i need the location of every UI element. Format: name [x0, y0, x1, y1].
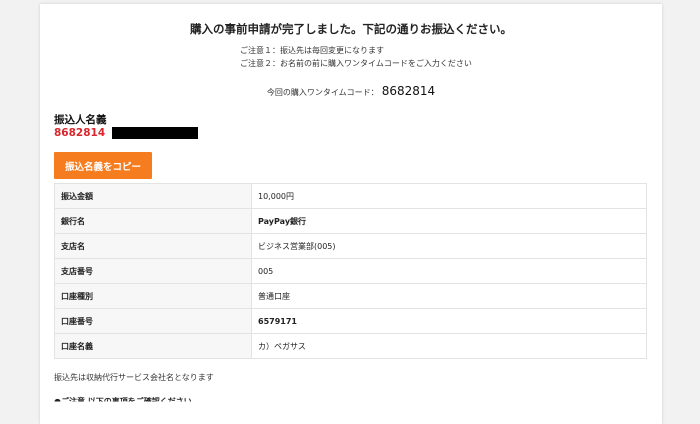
table-row: 支店名 ビジネス営業部(005) — [54, 233, 647, 259]
row-label-account-holder: 口座名義 — [54, 333, 252, 359]
row-label-branch: 支店名 — [54, 233, 252, 259]
payer-code: 8682814 — [54, 126, 106, 139]
table-row: 銀行名 PayPay銀行 — [54, 208, 647, 234]
row-value-account-number: 6579171 — [251, 308, 647, 334]
table-row: 支店番号 005 — [54, 258, 647, 284]
payer-name-row: 8682814 — [54, 126, 199, 139]
cut-off-caution: ●ご注意 以下の事項をご確認ください — [54, 397, 192, 406]
row-label-account-type: 口座種別 — [54, 283, 252, 309]
row-label-amount: 振込金額 — [54, 183, 252, 209]
row-value-account-type: 普通口座 — [251, 283, 647, 309]
notice-list: ご注意１：振込先は毎回変更になります ご注意２：お名前の前に購入ワンタイムコード… — [240, 44, 472, 70]
copy-payer-name-button[interactable]: 振込名義をコピー — [54, 152, 152, 179]
row-value-branch: ビジネス営業部(005) — [251, 233, 647, 259]
footer-note: 振込先は収納代行サービス会社名となります — [54, 373, 214, 382]
onetime-code-value: 8682814 — [381, 84, 436, 98]
page-title: 購入の事前申請が完了しました。下記の通りお振込ください。 — [190, 22, 512, 36]
notice-2: ご注意２：お名前の前に購入ワンタイムコードをご入力ください — [240, 59, 472, 68]
onetime-code-line: 今回の購入ワンタイムコード： 8682814 — [40, 84, 662, 98]
table-row: 口座名義 カ）ペガサス — [54, 333, 647, 359]
onetime-code-label: 今回の購入ワンタイムコード： — [266, 88, 379, 97]
row-value-amount: 10,000円 — [251, 183, 647, 209]
payment-card: 購入の事前申請が完了しました。下記の通りお振込ください。 ご注意１：振込先は毎回… — [40, 4, 662, 424]
row-value-account-holder: カ）ペガサス — [251, 333, 647, 359]
notice-1: ご注意１：振込先は毎回変更になります — [240, 46, 384, 55]
table-row: 口座種別 普通口座 — [54, 283, 647, 309]
row-label-bank: 銀行名 — [54, 208, 252, 234]
bank-info-table: 振込金額 10,000円 銀行名 PayPay銀行 支店名 ビジネス営業部(00… — [54, 183, 647, 359]
row-value-bank: PayPay銀行 — [251, 208, 647, 234]
row-label-branch-number: 支店番号 — [54, 258, 252, 284]
row-value-branch-number: 005 — [251, 258, 647, 284]
payer-name-heading: 振込人名義 — [54, 114, 107, 126]
row-label-account-number: 口座番号 — [54, 308, 252, 334]
table-row: 口座番号 6579171 — [54, 308, 647, 334]
redacted-name — [112, 126, 199, 139]
table-row: 振込金額 10,000円 — [54, 183, 647, 209]
